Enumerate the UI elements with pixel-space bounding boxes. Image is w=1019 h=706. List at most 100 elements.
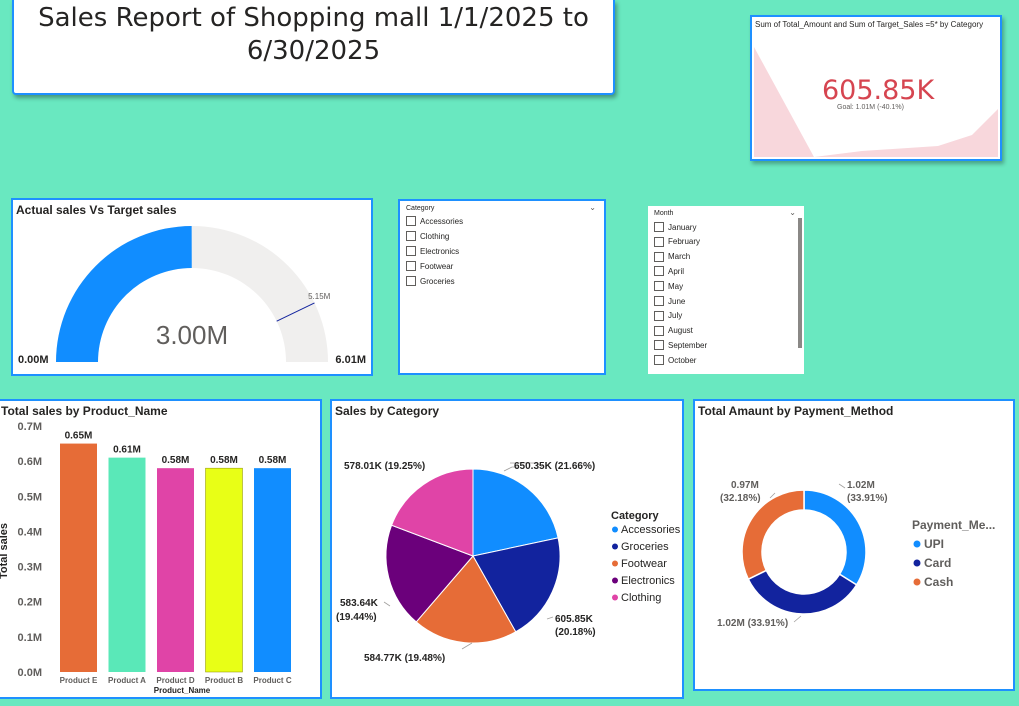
y-tick-label: 0.2M <box>18 597 42 609</box>
gauge-max-label: 6.01M <box>335 354 366 366</box>
month-item-may[interactable]: May <box>654 281 683 292</box>
y-tick-label: 0.3M <box>18 562 42 574</box>
donut-label-cash-pct: (32.18%) <box>720 493 761 504</box>
checkbox[interactable] <box>654 281 664 292</box>
category-item-label: Groceries <box>420 276 455 286</box>
month-item-label: April <box>668 266 685 276</box>
month-item-october[interactable]: October <box>654 355 697 366</box>
x-tick-label: Product D <box>156 676 194 685</box>
bar-value-label: 0.58M <box>162 455 190 466</box>
pie-legend-title: Category <box>611 510 660 522</box>
legend-marker <box>913 578 921 586</box>
checkbox[interactable] <box>654 222 664 232</box>
bar-value-label: 0.65M <box>65 431 93 442</box>
page-title: Sales Report of Shopping mall 1/1/2025 t… <box>38 3 589 66</box>
donut-chart: 1.02M (33.91%) 0.97M (32.18%) 1.02M (33.… <box>717 480 995 629</box>
month-slicer[interactable]: Month ⌄ January February March April May June… <box>648 206 804 374</box>
checkbox[interactable] <box>654 340 664 351</box>
category-slicer[interactable]: Category ⌄ Accessories Clothing Electronic… <box>398 199 606 375</box>
month-slicer-header: Month <box>654 210 674 217</box>
chevron-down-icon[interactable]: ⌄ <box>589 203 596 212</box>
category-item-electronics[interactable]: Electronics <box>406 246 459 256</box>
checkbox[interactable] <box>406 231 416 241</box>
checkbox[interactable] <box>654 325 664 336</box>
legend-item-card: Card <box>924 556 951 570</box>
bar-product-a <box>108 457 146 672</box>
category-item-groceries[interactable]: Groceries <box>406 276 455 286</box>
legend-marker <box>913 540 921 548</box>
pie-chart-card[interactable]: Sales by Category 650.35K (21.66%) 578.0… <box>330 399 684 699</box>
kpi-value: 605.85K <box>822 75 935 106</box>
category-item-label: Accessories <box>420 216 464 226</box>
category-item-footwear[interactable]: Footwear <box>406 261 453 271</box>
category-item-label: Clothing <box>420 231 450 241</box>
y-tick-label: 0.1M <box>18 632 42 644</box>
donut-slice-card <box>747 569 858 615</box>
gauge-min-label: 0.00M <box>18 354 49 366</box>
month-item-july[interactable]: July <box>654 310 683 321</box>
gauge-center-label: 3.00M <box>156 320 228 350</box>
checkbox[interactable] <box>654 266 664 277</box>
month-item-september[interactable]: September <box>654 340 707 351</box>
x-tick-label: Product C <box>253 676 291 685</box>
month-item-label: October <box>668 355 697 365</box>
bar-chart-card[interactable]: Total sales by Product_Name 0.0M 0.1M 0.2M… <box>0 399 322 699</box>
month-item-march[interactable]: March <box>654 251 691 262</box>
bar-value-label: 0.58M <box>259 455 287 466</box>
month-item-label: July <box>668 311 683 321</box>
month-item-june[interactable]: June <box>654 296 685 306</box>
checkbox[interactable] <box>406 246 416 256</box>
checkbox[interactable] <box>654 296 664 306</box>
checkbox[interactable] <box>406 261 416 271</box>
category-slicer-header: Category <box>406 205 435 212</box>
checkbox[interactable] <box>654 355 664 366</box>
donut-label-card: 1.02M (33.91%) <box>717 618 788 629</box>
month-item-label: March <box>668 252 691 262</box>
month-item-august[interactable]: August <box>654 325 693 336</box>
donut-label-cash-value: 0.97M <box>731 480 759 491</box>
kpi-card[interactable]: Sum of Total_Amount and Sum of Target_Sa… <box>750 15 1002 161</box>
category-item-clothing[interactable]: Clothing <box>406 231 449 241</box>
y-tick-label: 0.5M <box>18 491 42 503</box>
y-tick-label: 0.6M <box>18 456 42 468</box>
legend-item-cash: Cash <box>924 575 953 589</box>
donut-label-upi-value: 1.02M <box>847 480 875 491</box>
legend-item-footwear: Footwear <box>621 558 667 570</box>
report-title-card: Sales Report of Shopping mall 1/1/2025 t… <box>12 0 615 95</box>
legend-marker <box>612 543 618 550</box>
month-item-january[interactable]: January <box>654 222 696 232</box>
pie-label-groceries-value: 605.85K <box>555 614 594 625</box>
donut-chart-card[interactable]: Total Amaunt by Payment_Method 1.02M (33… <box>693 399 1015 691</box>
gauge-chart: 5.15M 3.00M 0.00M 6.01M <box>18 226 366 366</box>
checkbox[interactable] <box>654 236 664 247</box>
pie-chart: 650.35K (21.66%) 578.01K (19.25%) 605.85… <box>336 461 681 664</box>
x-tick-label: Product A <box>108 676 146 685</box>
x-tick-label: Product B <box>205 676 243 685</box>
gauge-card[interactable]: Actual sales Vs Target sales 5.15M 3.00M… <box>11 198 373 376</box>
y-tick-label: 0.7M <box>18 421 42 433</box>
legend-item-upi: UPI <box>924 537 944 551</box>
gauge-target-label: 5.15M <box>308 292 331 301</box>
kpi-goal: Goal: 1.01M (-40.1%) <box>837 104 904 111</box>
bar-chart: 0.0M 0.1M 0.2M 0.3M 0.4M 0.5M 0.6M 0.7M 0.65M Pr… <box>0 421 292 695</box>
month-item-april[interactable]: April <box>654 266 685 277</box>
checkbox[interactable] <box>654 251 664 262</box>
checkbox[interactable] <box>654 310 664 321</box>
month-item-february[interactable]: February <box>654 236 701 247</box>
pie-label-electronics-pct: (19.44%) <box>336 612 377 623</box>
x-tick-label: Product E <box>60 676 98 685</box>
donut-slice-upi <box>803 489 867 586</box>
chevron-down-icon[interactable]: ⌄ <box>789 208 796 217</box>
bar-value-label: 0.61M <box>113 445 141 456</box>
month-slicer-scrollbar[interactable] <box>798 218 802 348</box>
month-item-label: February <box>668 237 701 247</box>
pie-label-footwear: 584.77K (19.48%) <box>364 653 445 664</box>
checkbox[interactable] <box>406 276 416 286</box>
bar-chart-xlabel: Product_Name <box>154 686 211 695</box>
bar-chart-ylabel: Total sales <box>0 523 10 579</box>
bar-product-e <box>60 443 97 672</box>
category-item-accessories[interactable]: Accessories <box>406 216 463 226</box>
checkbox[interactable] <box>406 216 416 226</box>
donut-legend-title: Payment_Me... <box>912 518 995 532</box>
month-item-label: January <box>668 222 697 232</box>
